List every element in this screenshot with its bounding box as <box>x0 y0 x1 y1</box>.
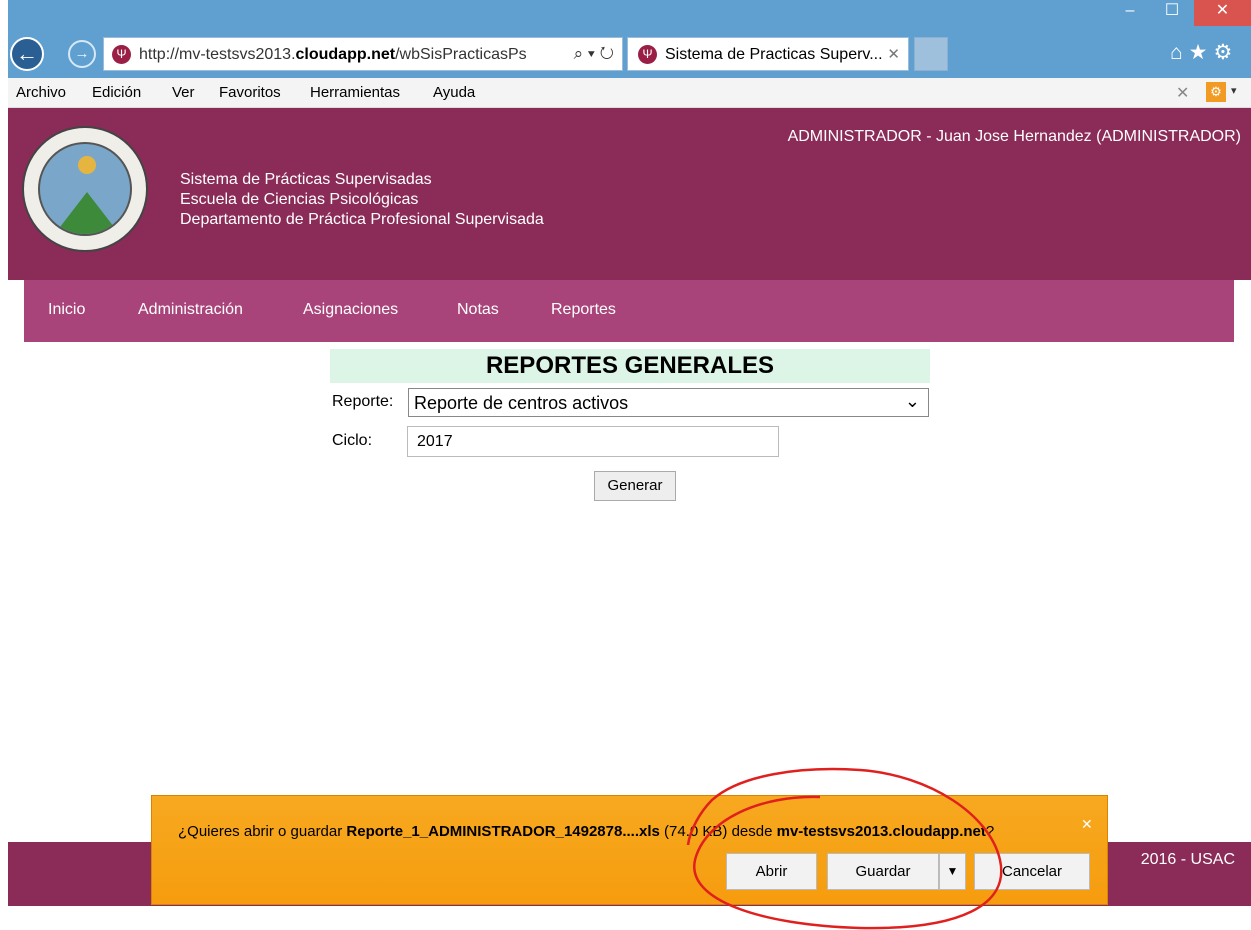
close-window-icon[interactable]: ✕ <box>1194 0 1251 26</box>
menu-herramientas[interactable]: Herramientas <box>310 84 400 101</box>
download-notification-bar: ¿Quieres abrir o guardar Reporte_1_ADMIN… <box>151 795 1108 905</box>
menu-favoritos[interactable]: Favoritos <box>219 84 281 101</box>
menu-bar: Archivo Edición Ver Favoritos Herramient… <box>8 78 1251 108</box>
download-size: (74.0 KB) desde <box>659 823 777 840</box>
site-header: Sistema de Prácticas Supervisadas Escuel… <box>8 108 1251 280</box>
main-navbar: Inicio Administración Asignaciones Notas… <box>24 280 1234 342</box>
download-filename: Reporte_1_ADMINISTRADOR_1492878....xls <box>346 823 660 840</box>
nav-asignaciones[interactable]: Asignaciones <box>303 301 398 319</box>
chevron-down-icon[interactable]: ▾ <box>1231 84 1237 97</box>
url-text[interactable]: http://mv-testsvs2013.cloudapp.net/wbSis… <box>139 46 557 64</box>
url-domain: cloudapp.net <box>295 46 396 63</box>
nav-reportes[interactable]: Reportes <box>551 301 616 319</box>
menu-ver[interactable]: Ver <box>172 84 195 101</box>
url-prefix: http://mv-testsvs2013. <box>139 46 296 63</box>
chevron-down-icon: ⌄ <box>904 391 920 411</box>
forward-icon[interactable]: → <box>68 40 96 68</box>
generate-button[interactable]: Generar <box>594 471 676 501</box>
cancel-button[interactable]: Cancelar <box>974 853 1090 890</box>
toolbar-gear-icon[interactable]: ⚙ <box>1206 82 1226 102</box>
cycle-label: Ciclo: <box>332 432 373 449</box>
report-label: Reporte: <box>332 393 394 410</box>
report-select-value: Reporte de centros activos <box>414 393 629 413</box>
screen: – ☐ ✕ ← → Ψ http://mv-testsvs2013.clouda… <box>0 0 1251 930</box>
back-icon[interactable]: ← <box>10 37 44 71</box>
url-path: /wbSisPracticasPs <box>395 46 527 63</box>
footer-text: 2016 - USAC <box>1140 851 1235 868</box>
new-tab-button[interactable] <box>914 37 948 71</box>
site-title-line-2: Escuela de Ciencias Psicológicas <box>180 191 419 208</box>
save-button[interactable]: Guardar <box>827 853 939 890</box>
cycle-input-value: 2017 <box>417 433 453 450</box>
menu-edicion[interactable]: Edición <box>92 84 141 101</box>
download-message: ¿Quieres abrir o guardar Reporte_1_ADMIN… <box>178 823 994 840</box>
home-favorites-settings-icon[interactable]: ⌂★⚙ <box>1170 40 1238 65</box>
save-options-dropdown-icon[interactable]: ▼ <box>939 853 966 890</box>
site-title-line-1: Sistema de Prácticas Supervisadas <box>180 171 432 188</box>
site-favicon-icon: Ψ <box>112 45 131 64</box>
menubar-close-icon[interactable]: ✕ <box>1176 83 1189 103</box>
tab-favicon-icon: Ψ <box>638 45 657 64</box>
page-title: REPORTES GENERALES <box>330 349 930 383</box>
nav-inicio[interactable]: Inicio <box>48 301 85 319</box>
download-message-prefix: ¿Quieres abrir o guardar <box>178 823 347 840</box>
tab-close-icon[interactable]: ✕ <box>887 45 900 63</box>
download-message-suffix: ? <box>985 823 995 840</box>
menu-archivo[interactable]: Archivo <box>16 84 66 101</box>
address-actions-icon[interactable]: ⌕ ▾ ↻ <box>574 44 614 64</box>
nav-administracion[interactable]: Administración <box>138 301 243 319</box>
menu-ayuda[interactable]: Ayuda <box>433 84 475 101</box>
tab-active[interactable]: Ψ Sistema de Practicas Superv... ✕ <box>627 37 909 71</box>
main-content: REPORTES GENERALES Reporte: Reporte de c… <box>24 342 1234 842</box>
user-info: ADMINISTRADOR - Juan Jose Hernandez (ADM… <box>787 128 1241 145</box>
report-select[interactable]: Reporte de centros activos ⌄ <box>408 388 929 417</box>
tab-title: Sistema de Practicas Superv... <box>665 46 883 63</box>
cycle-input[interactable]: 2017 <box>407 426 779 457</box>
open-button[interactable]: Abrir <box>726 853 817 890</box>
nav-notas[interactable]: Notas <box>457 301 499 319</box>
download-source: mv-testsvs2013.cloudapp.net <box>776 823 986 840</box>
site-title: Sistema de Prácticas Supervisadas Escuel… <box>180 170 544 230</box>
maximize-icon[interactable]: ☐ <box>1150 0 1194 26</box>
minimize-icon[interactable]: – <box>1110 0 1150 26</box>
university-seal-logo <box>22 126 148 252</box>
site-title-line-3: Departamento de Práctica Profesional Sup… <box>180 211 544 228</box>
download-close-icon[interactable]: ✕ <box>1081 816 1093 833</box>
address-bar[interactable]: Ψ http://mv-testsvs2013.cloudapp.net/wbS… <box>103 37 623 71</box>
